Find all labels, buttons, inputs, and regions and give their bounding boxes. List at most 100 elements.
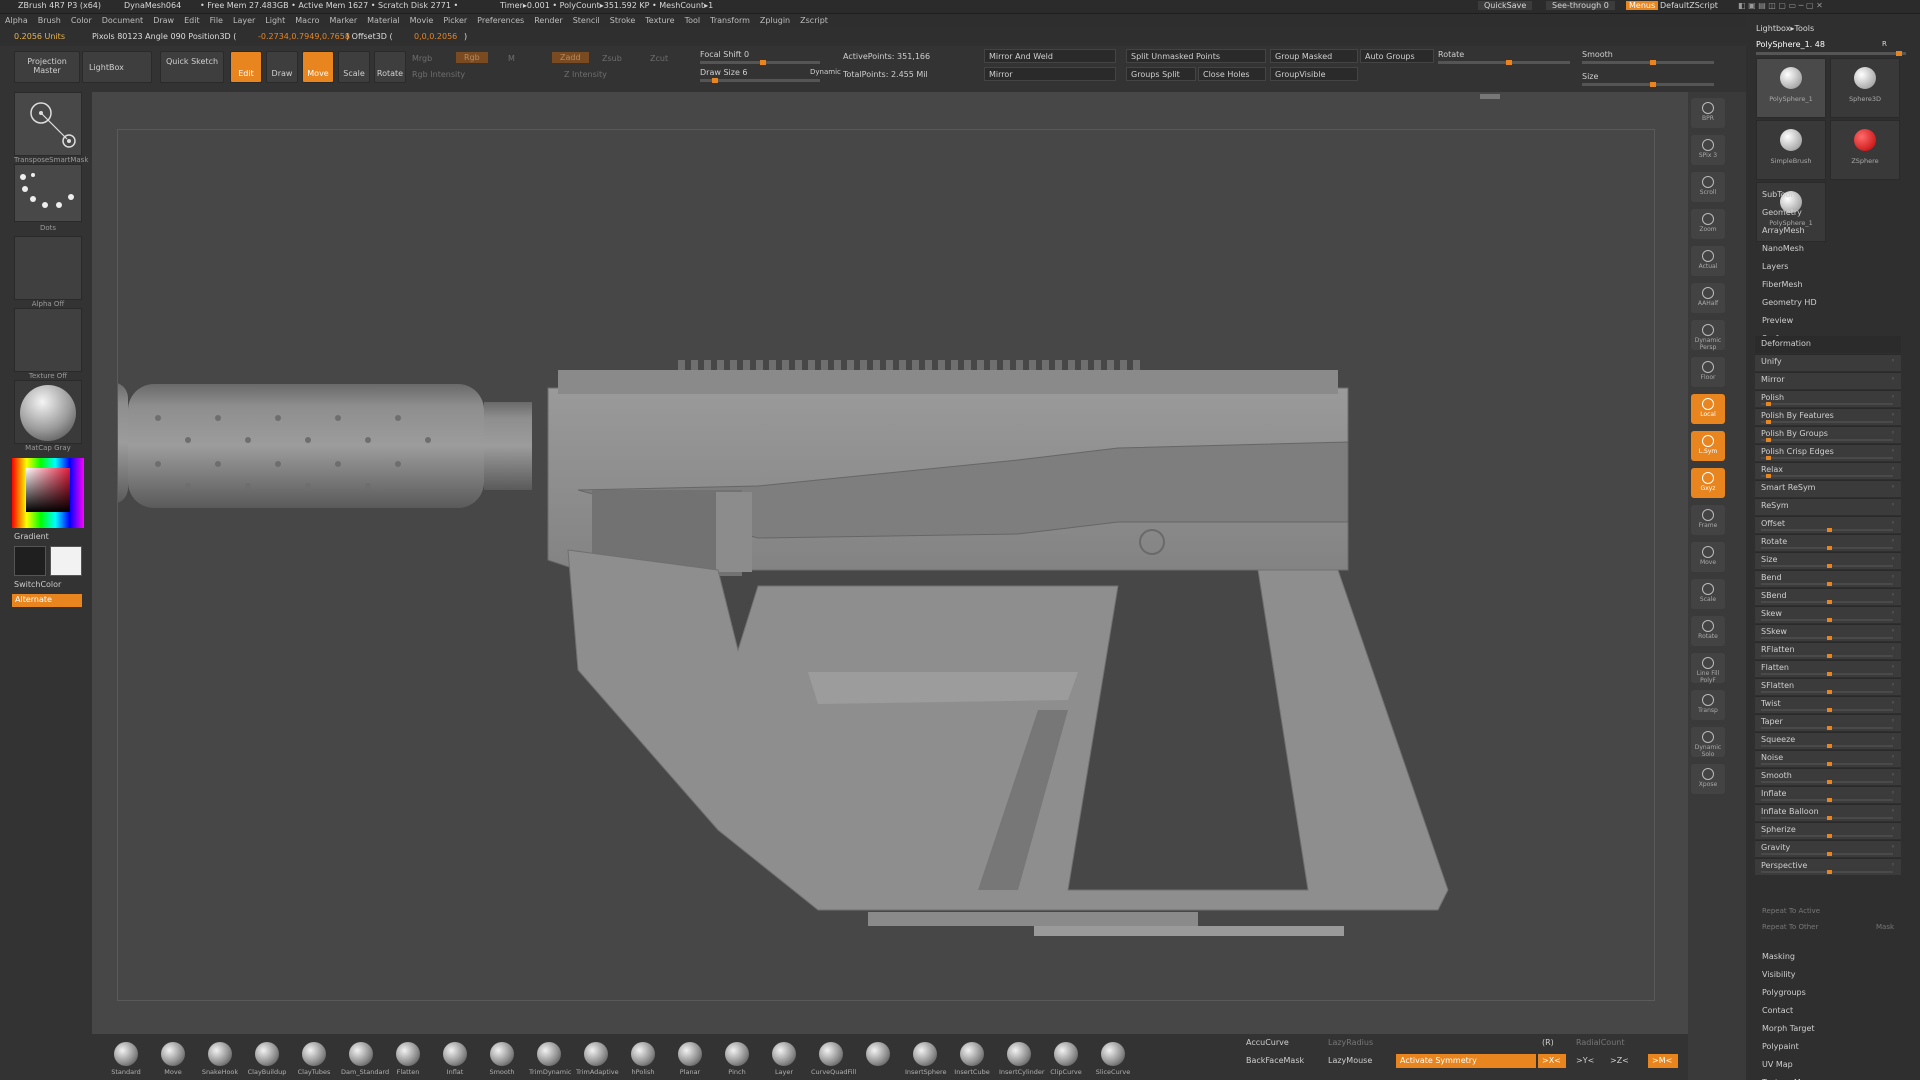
menu-picker[interactable]: Picker xyxy=(438,14,472,25)
split-unmasked-button[interactable]: Split Unmasked Points xyxy=(1126,49,1266,63)
matcap-thumb[interactable] xyxy=(14,380,82,444)
menu-tool[interactable]: Tool xyxy=(680,14,706,25)
brush-clipcurve[interactable]: ClipCurve xyxy=(1046,1042,1086,1076)
deform-sflatten[interactable]: SFlatten ◦ xyxy=(1755,678,1901,695)
deform-offset[interactable]: Offset ◦ xyxy=(1755,516,1901,533)
menu-alpha[interactable]: Alpha xyxy=(0,14,33,25)
auto-groups-button[interactable]: Auto Groups xyxy=(1360,49,1434,63)
zcut-toggle[interactable]: Zcut xyxy=(650,54,668,63)
size-slider-label[interactable]: Size xyxy=(1582,72,1598,81)
deform-perspective[interactable]: Perspective ◦ xyxy=(1755,858,1901,875)
shelf-scroll[interactable]: Scroll xyxy=(1691,172,1725,202)
shelf-transp[interactable]: Transp xyxy=(1691,690,1725,720)
brush-pinch[interactable]: Pinch xyxy=(717,1042,757,1076)
deform-slider-knob[interactable] xyxy=(1766,456,1771,460)
see-through-slider[interactable]: See-through 0 xyxy=(1546,1,1615,10)
shelf-line-fill-polyf[interactable]: Line Fill PolyF xyxy=(1691,653,1725,684)
quicksave-button[interactable]: QuickSave xyxy=(1478,1,1533,10)
deform-polish-by-groups[interactable]: Polish By Groups ◦ xyxy=(1755,426,1901,443)
draw-size-label[interactable]: Draw Size 6 xyxy=(700,68,748,77)
canvas-scroll-handle[interactable] xyxy=(1480,94,1500,99)
shelf-zoom[interactable]: Zoom xyxy=(1691,209,1725,239)
switchcolor-button[interactable]: SwitchColor xyxy=(14,580,61,589)
tool-slider[interactable] xyxy=(1756,51,1906,56)
secondary-color-swatch[interactable] xyxy=(50,546,82,576)
brush-flatten[interactable]: Flatten xyxy=(388,1042,428,1076)
deform-gravity[interactable]: Gravity ◦ xyxy=(1755,840,1901,857)
deform-slider-knob[interactable] xyxy=(1827,636,1832,640)
window-buttons[interactable]: ◧ ▣ ▤ ◫ ▢ ▭ ─ ▢ ✕ xyxy=(1738,1,1823,10)
deform-slider-knob[interactable] xyxy=(1827,798,1832,802)
brush-inflat[interactable]: Inflat xyxy=(435,1042,475,1076)
brush-smooth[interactable]: Smooth xyxy=(482,1042,522,1076)
rotate-slider[interactable] xyxy=(1438,60,1570,65)
repeat-to-active[interactable]: Repeat To Active xyxy=(1762,907,1820,915)
deform-slider-knob[interactable] xyxy=(1827,762,1832,766)
tool-menu-polypaint[interactable]: Polypaint xyxy=(1762,1042,1799,1051)
deform-squeeze[interactable]: Squeeze ◦ xyxy=(1755,732,1901,749)
brush-claytubes[interactable]: ClayTubes xyxy=(294,1042,334,1076)
deform-slider-knob[interactable] xyxy=(1827,744,1832,748)
brush-curvequadfill[interactable]: CurveQuadFill xyxy=(811,1042,856,1076)
rotate-button[interactable]: Rotate xyxy=(374,51,406,83)
current-tool-name[interactable]: PolySphere_1. 48 xyxy=(1756,40,1825,49)
deform-slider-knob[interactable] xyxy=(1827,654,1832,658)
backfacemask-toggle[interactable]: BackFaceMask xyxy=(1242,1054,1308,1068)
focal-shift-label[interactable]: Focal Shift 0 xyxy=(700,50,749,59)
tool-thumb-2[interactable]: SimpleBrush xyxy=(1756,120,1826,180)
deform-slider-knob[interactable] xyxy=(1827,582,1832,586)
shelf-dynamic-solo[interactable]: Dynamic Solo xyxy=(1691,727,1725,758)
deform-rflatten[interactable]: RFlatten ◦ xyxy=(1755,642,1901,659)
reset-tool-button[interactable]: R xyxy=(1882,40,1887,48)
menu-brush[interactable]: Brush xyxy=(33,14,66,25)
shelf-floor[interactable]: Floor xyxy=(1691,357,1725,387)
menu-zscript[interactable]: Zscript xyxy=(795,14,833,25)
menu-stroke[interactable]: Stroke xyxy=(605,14,641,25)
brush-trimadaptive[interactable]: TrimAdaptive xyxy=(576,1042,619,1076)
deform-bend[interactable]: Bend ◦ xyxy=(1755,570,1901,587)
deform-sskew[interactable]: SSkew ◦ xyxy=(1755,624,1901,641)
deform-relax[interactable]: Relax ◦ xyxy=(1755,462,1901,479)
shelf-xpose[interactable]: Xpose xyxy=(1691,764,1725,794)
deform-size[interactable]: Size ◦ xyxy=(1755,552,1901,569)
rgb-toggle[interactable]: Rgb xyxy=(456,52,488,63)
menus-toggle[interactable]: Menus xyxy=(1626,1,1659,10)
menu-file[interactable]: File xyxy=(205,14,228,25)
tool-menu-nanomesh[interactable]: NanoMesh xyxy=(1762,244,1804,253)
deform-polish[interactable]: Polish ◦ xyxy=(1755,390,1901,407)
symmetry-z-toggle[interactable]: >Z< xyxy=(1606,1054,1634,1068)
brush-layer[interactable]: Layer xyxy=(764,1042,804,1076)
group-masked-button[interactable]: Group Masked xyxy=(1270,49,1358,63)
shelf-scale[interactable]: Scale xyxy=(1691,579,1725,609)
tool-menu-contact[interactable]: Contact xyxy=(1762,1006,1793,1015)
shelf-move[interactable]: Move xyxy=(1691,542,1725,572)
tool-menu-arraymesh[interactable]: ArrayMesh xyxy=(1762,226,1805,235)
quick-sketch-button[interactable]: Quick Sketch xyxy=(160,51,224,83)
color-picker[interactable] xyxy=(12,458,84,528)
mrgb-toggle[interactable]: Mrgb xyxy=(412,54,432,63)
deform-slider-knob[interactable] xyxy=(1827,870,1832,874)
symmetry-m-toggle[interactable]: >M< xyxy=(1648,1054,1678,1068)
tool-menu-uv-map[interactable]: UV Map xyxy=(1762,1060,1793,1069)
deform-slider-knob[interactable] xyxy=(1766,474,1771,478)
brush-trimdynamic[interactable]: TrimDynamic xyxy=(529,1042,572,1076)
shelf-aahalf[interactable]: AAHalf xyxy=(1691,283,1725,313)
menu-render[interactable]: Render xyxy=(529,14,567,25)
size-slider[interactable] xyxy=(1582,82,1714,87)
radialcount-slider[interactable]: RadialCount xyxy=(1572,1036,1628,1050)
deform-slider-knob[interactable] xyxy=(1827,546,1832,550)
accucurve-toggle[interactable]: AccuCurve xyxy=(1242,1036,1293,1050)
alternate-button[interactable]: Alternate xyxy=(12,594,82,607)
deform-slider-knob[interactable] xyxy=(1827,618,1832,622)
tool-thumb-0[interactable]: PolySphere_1 xyxy=(1756,58,1826,118)
repeat-to-other[interactable]: Repeat To Other xyxy=(1762,923,1818,931)
tool-menu-geometry[interactable]: Geometry xyxy=(1762,208,1802,217)
deform-rotate[interactable]: Rotate ◦ xyxy=(1755,534,1901,551)
tool-menu-morph-target[interactable]: Morph Target xyxy=(1762,1024,1815,1033)
texture-thumb[interactable] xyxy=(14,308,82,372)
move-button[interactable]: Move xyxy=(302,51,334,83)
symmetry-y-toggle[interactable]: >Y< xyxy=(1572,1054,1600,1068)
draw-size-slider[interactable] xyxy=(700,78,820,83)
menu-edit[interactable]: Edit xyxy=(179,14,205,25)
deform-taper[interactable]: Taper ◦ xyxy=(1755,714,1901,731)
